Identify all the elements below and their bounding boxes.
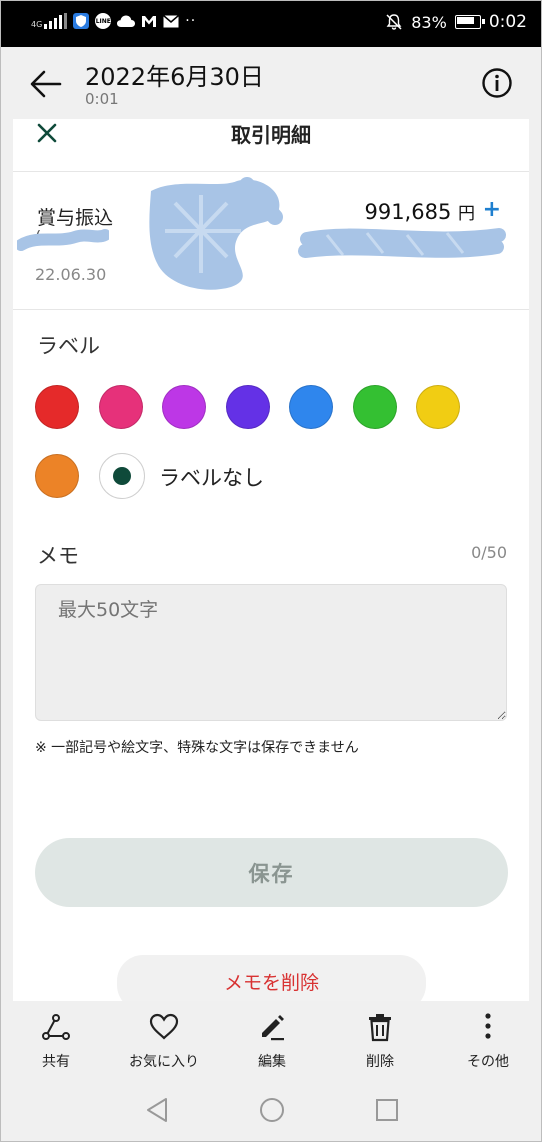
nav-home-icon[interactable] <box>259 1097 285 1123</box>
label-color-swatch[interactable] <box>416 385 460 429</box>
label-section-title: ラベル <box>37 334 100 358</box>
status-right: 83% 0:02 <box>385 12 527 32</box>
label-none-text: ラベルなし <box>159 466 264 490</box>
redaction-mark <box>298 228 506 258</box>
memo-input[interactable] <box>35 584 507 721</box>
app-header: 2022年6月30日 0:01 <box>1 47 541 119</box>
label-color-swatch[interactable] <box>98 385 143 429</box>
status-left: 4G LINE ·· <box>31 13 196 29</box>
sheet-title: 取引明細 <box>231 123 311 147</box>
more-label: その他 <box>467 1054 509 1070</box>
app-frame: 4G LINE ·· 83% 0:02 2022年6月30日 0:01 取引明細… <box>0 0 542 1142</box>
shield-icon <box>73 13 90 29</box>
delete-button[interactable]: 削除 <box>330 1011 430 1071</box>
label-color-swatch[interactable] <box>289 385 333 429</box>
heart-icon <box>149 1013 179 1040</box>
line-icon: LINE <box>95 13 112 29</box>
nav-recents-icon[interactable] <box>375 1098 399 1122</box>
redaction-mark <box>17 229 109 251</box>
edit-label: 編集 <box>258 1054 286 1070</box>
label-color-swatch[interactable] <box>352 385 397 429</box>
system-nav-bar <box>1 1083 541 1141</box>
share-label: 共有 <box>42 1054 70 1070</box>
more-icon: ·· <box>185 13 197 29</box>
memo-note: ※ 一部記号や絵文字、特殊な文字は保存できません <box>35 740 359 756</box>
header-time: 0:01 <box>85 90 119 108</box>
trash-icon <box>369 1014 391 1042</box>
nav-back-icon[interactable] <box>145 1097 169 1123</box>
share-icon <box>42 1014 70 1040</box>
more-button[interactable]: その他 <box>438 1011 538 1071</box>
favorite-button[interactable]: お気に入り <box>114 1011 214 1071</box>
gmail-icon <box>142 15 157 27</box>
label-none-option[interactable] <box>99 453 145 499</box>
info-button[interactable] <box>481 67 513 99</box>
favorite-label: お気に入り <box>129 1054 199 1070</box>
redaction-mark <box>149 177 283 290</box>
network-type: 4G <box>31 20 43 29</box>
more-vertical-icon <box>485 1013 491 1039</box>
status-bar: 4G LINE ·· 83% 0:02 <box>1 1 541 47</box>
share-button[interactable]: 共有 <box>6 1011 106 1071</box>
arrow-left-icon <box>30 70 62 98</box>
save-button[interactable]: 保存 <box>35 838 508 907</box>
bottom-action-bar: 共有 お気に入り 編集 削除 その他 <box>1 1001 541 1083</box>
status-time: 0:02 <box>488 12 527 32</box>
cloud-icon <box>117 15 136 27</box>
divider <box>13 171 529 172</box>
network-indicator: 4G <box>31 13 68 29</box>
memo-section-title: メモ <box>37 544 79 568</box>
pencil-icon <box>262 1015 284 1041</box>
label-color-swatch[interactable] <box>225 385 270 429</box>
header-date: 2022年6月30日 <box>85 63 264 91</box>
battery-icon <box>454 15 485 29</box>
label-color-swatch[interactable] <box>35 454 79 498</box>
delete-label: 削除 <box>366 1054 394 1070</box>
edit-button[interactable]: 編集 <box>222 1011 322 1071</box>
mail-icon <box>163 14 180 27</box>
signal-icon <box>44 13 68 29</box>
battery-percent: 83% <box>411 12 447 32</box>
mute-icon <box>386 14 402 30</box>
label-color-swatch[interactable] <box>162 385 206 429</box>
transaction-detail-sheet: 取引明細 賞与振込 ( 22.06.30 991,685 円 + ラベル ラベル… <box>13 119 529 1011</box>
back-button[interactable] <box>29 69 63 99</box>
memo-char-count: 0/50 <box>471 543 507 562</box>
divider <box>13 309 529 310</box>
info-icon <box>482 68 512 98</box>
transaction-date: 22.06.30 <box>35 265 107 284</box>
label-color-swatch[interactable] <box>35 385 79 429</box>
